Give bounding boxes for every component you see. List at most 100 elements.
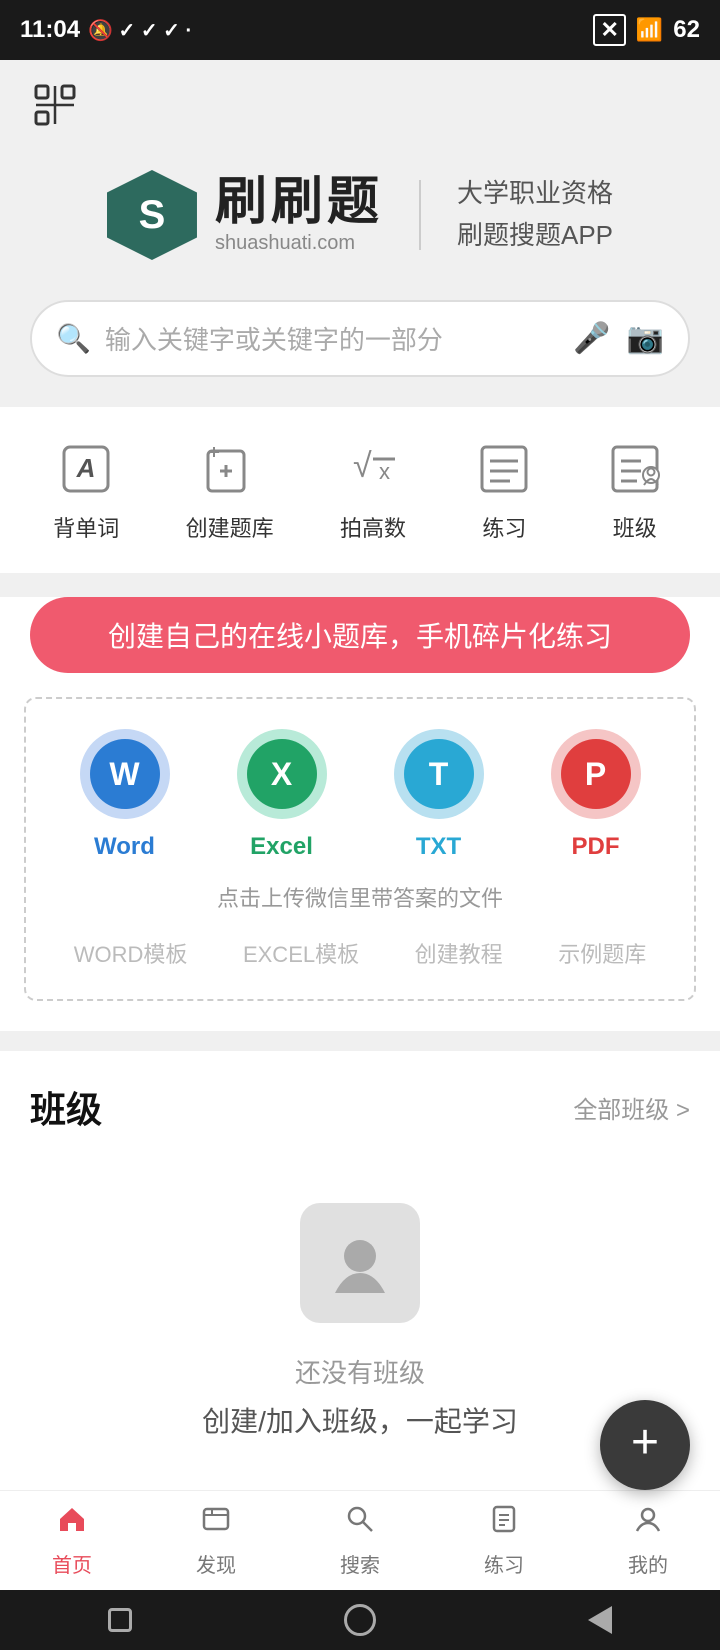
pdf-icon-inner: P: [561, 739, 631, 809]
excel-label: Excel: [250, 833, 313, 861]
template-links: WORD模板 EXCEL模板 创建教程 示例题库: [46, 937, 674, 969]
action-create-bank[interactable]: 创建题库: [186, 437, 274, 543]
search-placeholder: 输入关键字或关键字的一部分: [105, 320, 559, 357]
logo-section: S 刷刷题 shuashuati.com 大学职业资格 刷题搜题APP: [0, 140, 720, 300]
pdf-label: PDF: [572, 833, 620, 861]
nav-item-profile[interactable]: 我的: [576, 1503, 720, 1578]
template-tutorial[interactable]: 创建教程: [415, 937, 503, 969]
vocab-label: 背单词: [53, 511, 119, 543]
profile-icon: [632, 1503, 664, 1543]
create-dashed-box: W Word X Excel T TXT: [24, 697, 696, 1001]
status-right: ✕ 📶 62: [593, 14, 700, 46]
photo-math-icon: √ x: [341, 437, 405, 501]
logo-tagline2: 刷题搜题APP: [457, 215, 613, 257]
search-nav-label: 搜索: [340, 1549, 380, 1578]
scan-area: [0, 60, 720, 140]
file-type-excel[interactable]: X Excel: [237, 729, 327, 861]
empty-text1: 还没有班级: [295, 1353, 425, 1390]
status-bar: 11:04 🔕 ✓ ✓ ✓ · ✕ 📶 62: [0, 0, 720, 60]
home-label: 首页: [52, 1549, 92, 1578]
class-icon: [603, 437, 667, 501]
home-icon: [56, 1503, 88, 1543]
create-section: 创建自己的在线小题库，手机碎片化练习 W Word X Excel: [0, 597, 720, 1031]
practice-icon: [472, 437, 536, 501]
action-practice[interactable]: 练习: [472, 437, 536, 543]
practice-nav-icon: [488, 1503, 520, 1543]
logo-hex: S: [107, 170, 197, 260]
mic-icon[interactable]: 🎤: [573, 321, 610, 356]
discover-label: 发现: [196, 1549, 236, 1578]
action-photo-math[interactable]: √ x 拍高数: [340, 437, 406, 543]
practice-nav-label: 练习: [484, 1549, 524, 1578]
class-more-button[interactable]: 全部班级 >: [573, 1090, 690, 1125]
recent-apps-icon: [108, 1608, 132, 1632]
logo-symbol: S: [139, 193, 166, 238]
camera-icon[interactable]: 📷: [627, 321, 664, 356]
action-vocab[interactable]: A 背单词: [53, 437, 119, 543]
logo-tagline1: 大学职业资格: [457, 173, 613, 215]
logo-text-area: 刷刷题 shuashuati.com: [215, 176, 383, 255]
fab-add-button[interactable]: +: [600, 1400, 690, 1490]
class-title: 班级: [30, 1081, 102, 1133]
word-icon-inner: W: [90, 739, 160, 809]
logo-tagline: 大学职业资格 刷题搜题APP: [457, 173, 613, 256]
quick-actions: A 背单词 创建题库 √: [0, 407, 720, 573]
fab-plus-icon: +: [631, 1419, 659, 1467]
nav-item-home[interactable]: 首页: [0, 1503, 144, 1578]
nav-item-practice[interactable]: 练习: [432, 1503, 576, 1578]
home-system-icon: [344, 1604, 376, 1636]
search-icon: 🔍: [56, 322, 91, 355]
create-bank-label: 创建题库: [186, 511, 274, 543]
excel-icon: X: [237, 729, 327, 819]
profile-label: 我的: [628, 1549, 668, 1578]
class-header: 班级 全部班级 >: [30, 1081, 690, 1133]
excel-icon-inner: X: [247, 739, 317, 809]
system-bar: [0, 1590, 720, 1650]
status-time: 11:04: [20, 16, 80, 44]
search-nav-icon: [344, 1503, 376, 1543]
svg-text:x: x: [379, 459, 390, 484]
file-type-pdf[interactable]: P PDF: [551, 729, 641, 861]
battery-label: 62: [673, 16, 700, 44]
word-label: Word: [94, 833, 155, 861]
home-system-button[interactable]: [340, 1600, 380, 1640]
status-icons: 🔕 ✓ ✓ ✓ ·: [88, 18, 192, 43]
back-button[interactable]: [580, 1600, 620, 1640]
word-icon: W: [80, 729, 170, 819]
recent-apps-button[interactable]: [100, 1600, 140, 1640]
main-content: S 刷刷题 shuashuati.com 大学职业资格 刷题搜题APP 🔍 输入…: [0, 60, 720, 1620]
discover-icon: [200, 1503, 232, 1543]
back-icon: [588, 1606, 612, 1634]
pdf-icon: P: [551, 729, 641, 819]
file-type-word[interactable]: W Word: [80, 729, 170, 861]
create-banner[interactable]: 创建自己的在线小题库，手机碎片化练习: [30, 597, 690, 673]
template-sample[interactable]: 示例题库: [558, 937, 646, 969]
scan-button[interactable]: [30, 80, 80, 130]
svg-text:√: √: [353, 447, 372, 485]
txt-icon-inner: T: [404, 739, 474, 809]
search-bar[interactable]: 🔍 输入关键字或关键字的一部分 🎤 📷: [30, 300, 690, 377]
class-empty: 还没有班级 创建/加入班级，一起学习: [30, 1163, 690, 1500]
status-left: 11:04 🔕 ✓ ✓ ✓ ·: [20, 16, 192, 44]
logo-divider: [419, 180, 421, 250]
class-action-label: 班级: [613, 511, 657, 543]
template-word[interactable]: WORD模板: [74, 937, 188, 969]
txt-icon: T: [394, 729, 484, 819]
file-type-txt[interactable]: T TXT: [394, 729, 484, 861]
empty-avatar: [300, 1203, 420, 1323]
empty-text2: 创建/加入班级，一起学习: [202, 1400, 518, 1440]
template-excel[interactable]: EXCEL模板: [243, 937, 359, 969]
logo-subtitle: shuashuati.com: [215, 232, 383, 255]
logo-title: 刷刷题: [215, 176, 383, 228]
action-class[interactable]: 班级: [603, 437, 667, 543]
wifi-icon: 📶: [636, 17, 663, 43]
vocab-icon: A: [54, 437, 118, 501]
create-bank-icon: [198, 437, 262, 501]
nav-item-discover[interactable]: 发现: [144, 1503, 288, 1578]
status-x-icon: ✕: [593, 14, 625, 46]
photo-math-label: 拍高数: [340, 511, 406, 543]
file-types: W Word X Excel T TXT: [46, 729, 674, 861]
txt-label: TXT: [416, 833, 461, 861]
nav-item-search[interactable]: 搜索: [288, 1503, 432, 1578]
practice-label: 练习: [482, 511, 526, 543]
